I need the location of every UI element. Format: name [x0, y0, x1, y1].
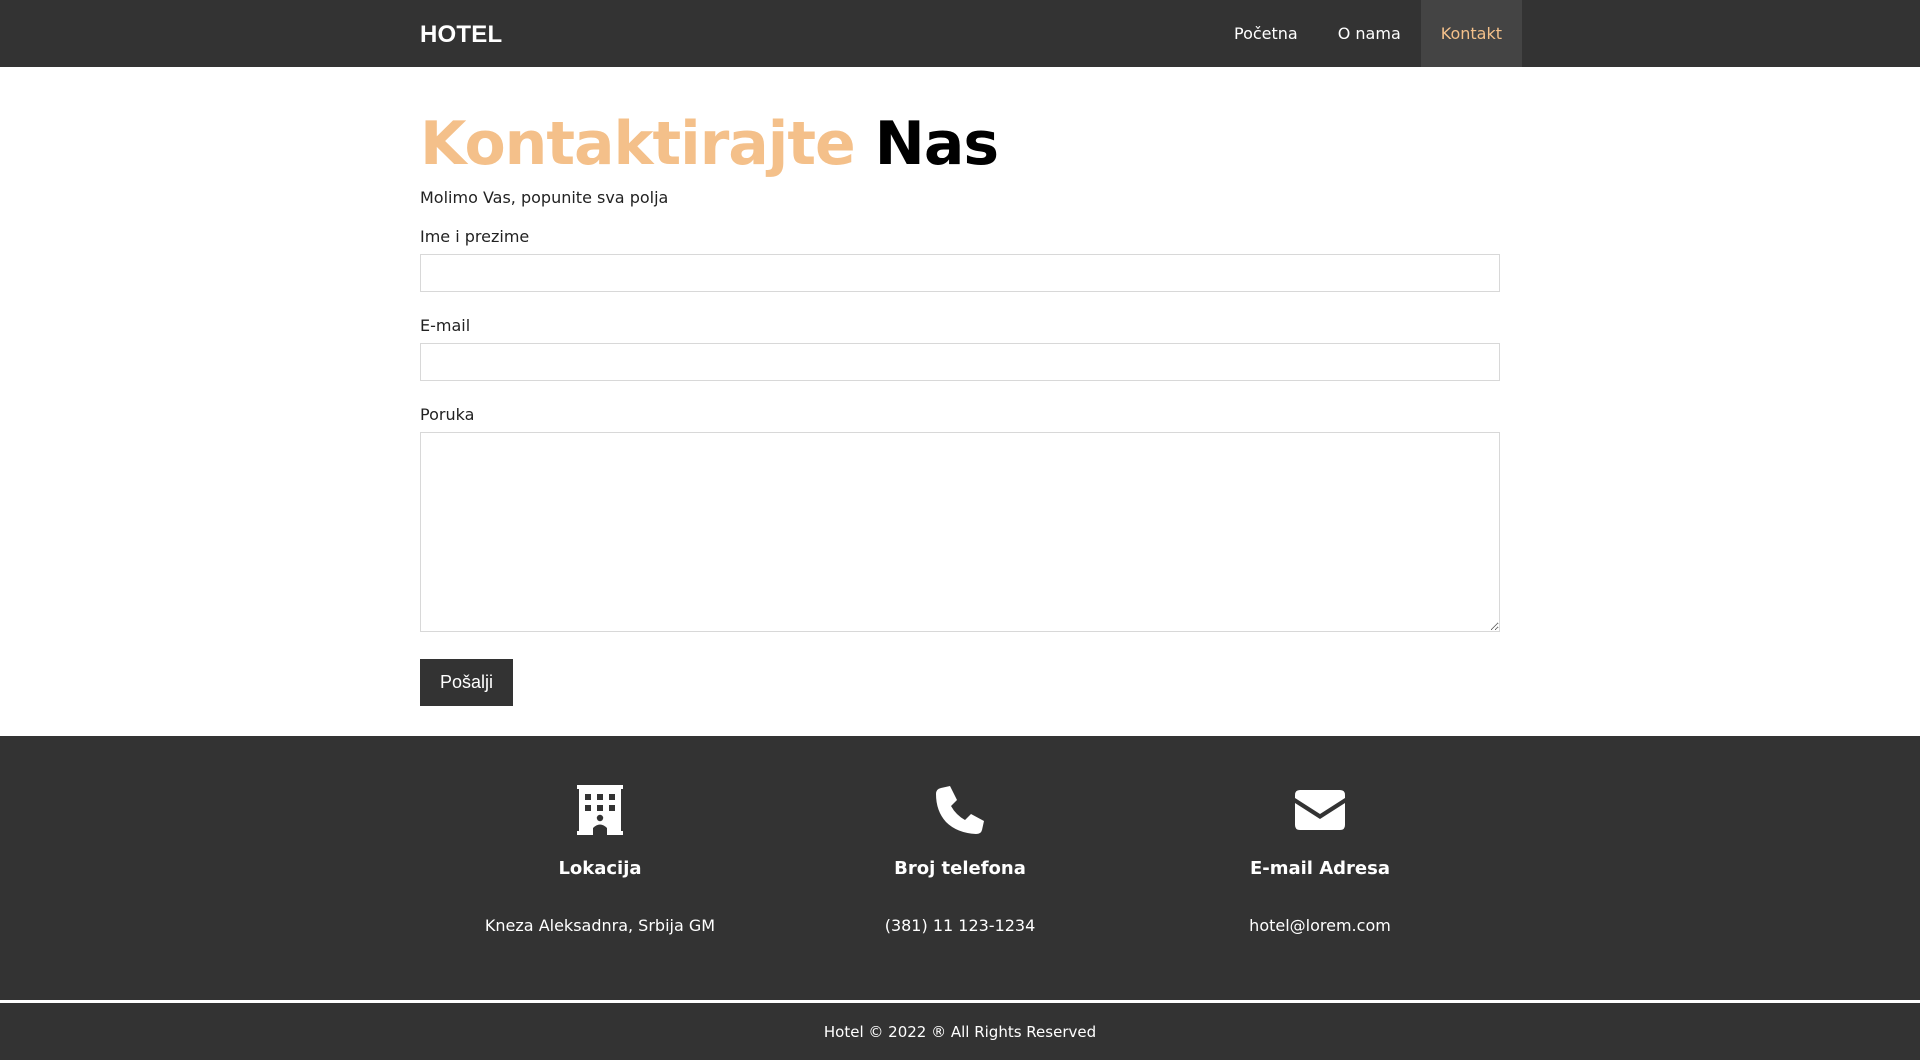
nav-link-kontakt[interactable]: Kontakt: [1420, 0, 1522, 67]
building-icon: [574, 784, 626, 836]
form-instructions: Molimo Vas, popunite sva polja: [420, 188, 669, 207]
navbar: HOTEL Početna O nama Kontakt: [0, 0, 1920, 67]
footer-email: E-mail Adresa hotel@lorem.com: [1140, 736, 1500, 1000]
main-nav: Početna O nama Kontakt: [1214, 0, 1522, 67]
page-title-rest: Nas: [874, 109, 999, 179]
nav-link-pocetna[interactable]: Početna: [1214, 0, 1318, 67]
footer-phone: Broj telefona (381) 11 123-1234: [780, 736, 1140, 1000]
footer-location-heading: Lokacija: [558, 858, 642, 879]
footer-location: Lokacija Kneza Aleksadnra, Srbija GM: [420, 736, 780, 1000]
footer-location-value: Kneza Aleksadnra, Srbija GM: [484, 916, 716, 935]
send-button[interactable]: Pošalji: [420, 659, 513, 706]
email-input[interactable]: [420, 343, 1500, 381]
envelope-icon: [1294, 784, 1346, 836]
message-label: Poruka: [420, 405, 475, 424]
footer-email-value: hotel@lorem.com: [1249, 916, 1391, 935]
footer: Lokacija Kneza Aleksadnra, Srbija GM Bro…: [0, 736, 1920, 1000]
phone-icon: [934, 784, 986, 836]
brand-logo[interactable]: HOTEL: [420, 21, 502, 49]
email-label: E-mail: [420, 316, 471, 335]
footer-email-heading: E-mail Adresa: [1249, 858, 1391, 879]
page-title-accent: Kontaktirajte: [420, 109, 856, 179]
copyright-bar: Hotel © 2022 ® All Rights Reserved: [0, 1003, 1920, 1060]
page-title: Kontaktirajte Nas: [420, 108, 999, 180]
copyright-text: Hotel © 2022 ® All Rights Reserved: [823, 1023, 1097, 1041]
footer-phone-value: (381) 11 123-1234: [884, 916, 1036, 935]
name-input[interactable]: [420, 254, 1500, 292]
name-label: Ime i prezime: [420, 227, 530, 246]
message-textarea[interactable]: [420, 432, 1500, 632]
footer-phone-heading: Broj telefona: [894, 858, 1026, 879]
nav-link-o-nama[interactable]: O nama: [1318, 0, 1421, 67]
